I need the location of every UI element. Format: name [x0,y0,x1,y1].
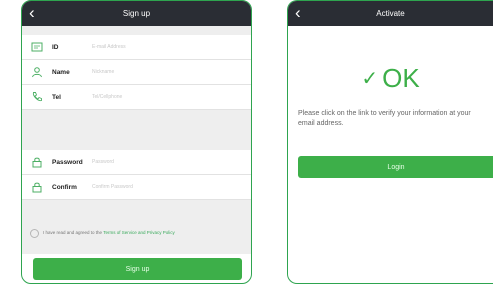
person-icon [32,67,42,78]
ok-text: OK [382,63,420,93]
id-card-icon [31,42,43,52]
agree-text: I have read and agreed to the Terms of S… [43,230,175,236]
lock-icon [32,182,42,193]
sign-up-button[interactable]: Sign up [33,258,242,280]
tel-label: Tel [52,93,61,101]
check-icon: ✓ [361,68,379,90]
agree-terms: I have read and agreed to the Terms of S… [22,222,251,254]
signup-title-bar: ‹ Sign up [22,1,251,26]
confirm-row: Confirm [22,175,251,200]
password-row: Password [22,150,251,175]
verify-message: Please click on the link to verify your … [298,110,471,127]
phone-icon [32,92,42,102]
id-input[interactable] [92,44,192,50]
name-row: Name [22,60,251,85]
ok-status: ✓ OK [288,63,493,94]
activate-title: Activate [376,9,405,18]
id-label: ID [52,43,59,51]
agree-checkbox[interactable] [30,229,39,238]
tel-row: Tel [22,85,251,110]
back-icon[interactable]: ‹ [295,4,301,21]
lock-icon [32,157,42,168]
tel-input[interactable] [92,94,192,100]
activate-title-bar: ‹ Activate [288,1,493,26]
name-label: Name [52,68,70,76]
id-row: ID [22,35,251,60]
terms-link[interactable]: Terms of Service and Privacy Policy [103,230,175,235]
confirm-label: Confirm [52,183,77,191]
back-icon[interactable]: ‹ [29,4,35,21]
login-button[interactable]: Login [298,156,493,178]
name-input[interactable] [92,69,192,75]
confirm-input[interactable] [92,184,192,190]
activate-screen: ‹ Activate ✓ OK Please click on the link … [287,0,493,284]
password-label: Password [52,158,83,166]
signup-screen: ‹ Sign up ID Name Tel Password [21,0,252,284]
signup-title: Sign up [122,9,151,18]
agree-label: I have read and agreed to the [43,230,103,235]
password-input[interactable] [92,159,192,165]
